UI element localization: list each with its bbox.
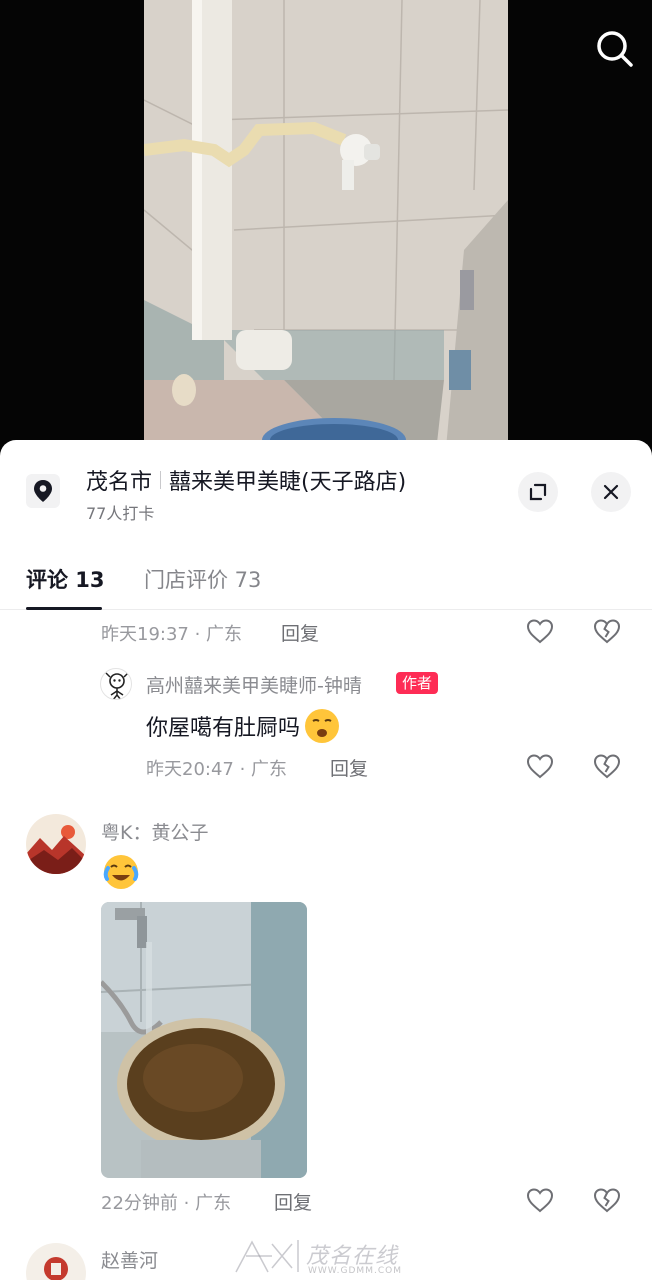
comment-image[interactable] <box>101 902 307 1178</box>
tab-bar: 评论 13 门店评价 73 <box>0 558 652 610</box>
avatar[interactable] <box>100 668 132 700</box>
video-player[interactable] <box>0 0 652 470</box>
emoji-yawn-icon <box>305 709 340 743</box>
comment-body: 你屋噶有肚屙吗 <box>146 706 342 746</box>
city-name: 茂名市 <box>86 470 153 495</box>
comment-meta: 昨天19:37 · 广东 <box>101 624 243 645</box>
like-button[interactable] <box>525 616 555 646</box>
heart-icon <box>526 754 554 779</box>
store-header: 茂名市 囍来美甲美睫(天子路店) 77人打卡 <box>0 440 652 530</box>
checkin-count: 77人打卡 <box>86 504 155 523</box>
avatar[interactable] <box>26 814 86 874</box>
author-badge: 作者 <box>396 672 439 694</box>
username[interactable]: 赵善河 <box>101 1246 158 1273</box>
like-button[interactable] <box>525 1185 555 1215</box>
dislike-button[interactable] <box>592 616 622 646</box>
tab-store-reviews[interactable]: 门店评价 73 <box>144 564 261 594</box>
dislike-button[interactable] <box>592 751 622 781</box>
location-pin-icon <box>34 480 52 502</box>
expand-icon <box>529 483 547 501</box>
heart-icon <box>526 1188 554 1213</box>
comment-body <box>101 852 141 896</box>
dirty-water-bucket-photo <box>101 902 307 1178</box>
location-pin-badge <box>26 474 60 508</box>
store-title[interactable]: 茂名市 囍来美甲美睫(天子路店) <box>86 464 406 496</box>
username[interactable]: 高州囍来美甲美睫师-钟晴 <box>146 671 362 698</box>
landscape-avatar-icon <box>26 814 86 874</box>
username[interactable]: 粤K：黄公子 <box>101 818 208 845</box>
like-button[interactable] <box>525 751 555 781</box>
location-comments-sheet: 茂名市 囍来美甲美睫(天子路店) 77人打卡 评论 13 门店评价 73 <box>0 440 652 1280</box>
broken-heart-icon <box>593 619 621 644</box>
reply-button[interactable]: 回复 <box>281 619 319 646</box>
store-name: 囍来美甲美睫(天子路店) <box>169 470 407 495</box>
heart-icon <box>526 619 554 644</box>
broken-heart-icon <box>593 1188 621 1213</box>
close-button[interactable] <box>591 472 631 512</box>
comment-meta: 昨天20:47 · 广东 <box>146 759 288 780</box>
emoji-crying-laughing-icon <box>103 855 139 889</box>
broken-heart-icon <box>593 754 621 779</box>
bathroom-video-still <box>144 0 508 470</box>
tab-comments[interactable]: 评论 13 <box>26 564 105 594</box>
dislike-button[interactable] <box>592 1185 622 1215</box>
reply-button[interactable]: 回复 <box>274 1188 312 1215</box>
search-icon <box>597 31 633 67</box>
reply-button[interactable]: 回复 <box>330 754 368 781</box>
expand-button[interactable] <box>518 472 558 512</box>
active-tab-indicator <box>26 607 102 610</box>
comment-text: 你屋噶有肚屙吗 <box>146 716 301 741</box>
comment-meta: 22分钟前 · 广东 <box>101 1193 232 1214</box>
search-button[interactable] <box>594 28 636 70</box>
watermark-url: WWW.GDMM.COM <box>308 1266 402 1276</box>
close-icon <box>603 484 619 500</box>
video-frame <box>144 0 508 470</box>
title-divider <box>160 471 162 489</box>
